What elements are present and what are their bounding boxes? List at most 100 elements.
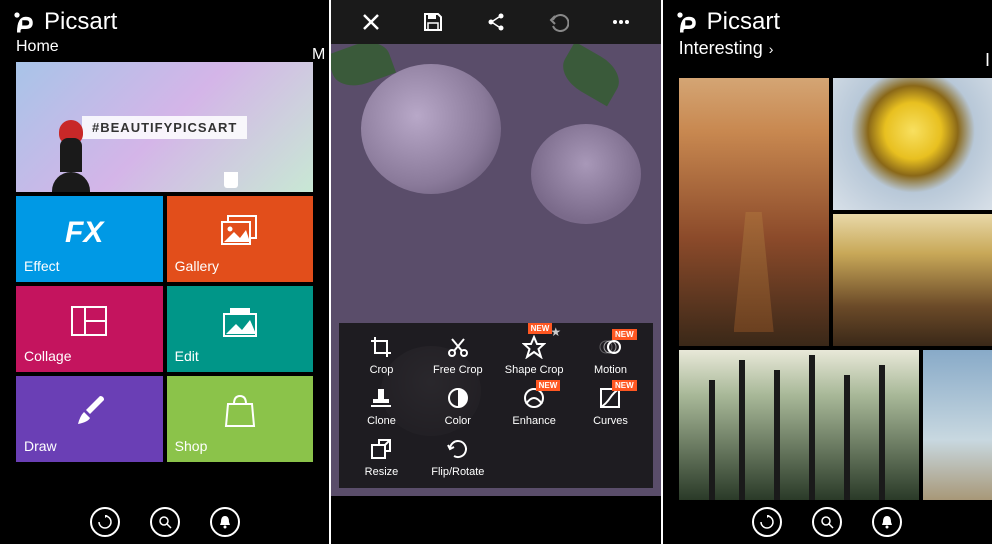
tool-enhance[interactable]: NEW Enhance — [498, 384, 570, 427]
search-button[interactable] — [812, 507, 842, 537]
tile-draw[interactable]: Draw — [16, 376, 163, 462]
home-screen: Picsart Home M #BEAUTIFYPICSART FX Effec… — [0, 0, 329, 544]
page-title[interactable]: Home — [0, 38, 329, 62]
fx-icon: FX — [65, 214, 113, 248]
refresh-icon — [760, 515, 774, 529]
gallery-icon — [220, 214, 260, 248]
tile-edit[interactable]: Edit — [167, 286, 314, 372]
contrast-icon — [446, 386, 470, 410]
gallery-image[interactable] — [679, 78, 829, 346]
tool-label: Motion — [594, 364, 627, 376]
refresh-button[interactable] — [752, 507, 782, 537]
nav-peek[interactable]: M — [312, 46, 325, 64]
new-badge: NEW — [612, 380, 637, 391]
tool-flip-rotate[interactable]: Flip/Rotate — [422, 435, 494, 478]
undo-icon — [549, 12, 569, 32]
explore-gallery — [679, 78, 992, 496]
star-icon — [522, 335, 546, 359]
tool-label: Shape Crop — [505, 364, 564, 376]
tile-gallery[interactable]: Gallery — [167, 196, 314, 282]
crop-icon — [369, 335, 393, 359]
tile-label: Gallery — [175, 258, 306, 274]
scissors-icon — [446, 335, 470, 359]
save-button[interactable] — [417, 6, 449, 38]
close-button[interactable] — [355, 6, 387, 38]
new-badge: NEW — [612, 329, 637, 340]
bell-icon — [218, 515, 232, 529]
app-logo: Picsart — [663, 0, 992, 38]
hero-illustration-person — [41, 112, 101, 192]
collage-icon — [71, 306, 107, 336]
app-bar — [663, 500, 992, 544]
more-icon — [611, 18, 631, 26]
tool-clone[interactable]: Clone — [345, 384, 417, 427]
picsart-logo-icon — [673, 8, 701, 36]
gallery-image[interactable] — [833, 214, 992, 346]
new-badge: NEW — [536, 380, 561, 391]
tile-effect[interactable]: FX Effect — [16, 196, 163, 282]
app-logo: Picsart — [0, 0, 329, 38]
tool-curves[interactable]: NEW Curves — [574, 384, 646, 427]
refresh-button[interactable] — [90, 507, 120, 537]
tile-label: Draw — [24, 438, 155, 454]
explore-screen: Picsart Interesting › I — [663, 0, 992, 544]
new-badge: NEW — [528, 323, 553, 334]
tile-label: Effect — [24, 258, 155, 274]
app-logo-text: Picsart — [707, 8, 780, 36]
editor-screen: Crop Free Crop NEW Shape Crop NEW Motion… — [331, 0, 660, 544]
hero-hashtag: #BEAUTIFYPICSART — [82, 116, 247, 139]
search-icon — [820, 515, 834, 529]
resize-icon — [369, 437, 393, 461]
more-button[interactable] — [605, 6, 637, 38]
nav-peek[interactable]: I — [985, 50, 990, 71]
tile-collage[interactable]: Collage — [16, 286, 163, 372]
app-bar — [0, 500, 329, 544]
edit-icon — [220, 304, 260, 338]
tool-label: Curves — [593, 415, 628, 427]
tile-label: Collage — [24, 348, 155, 364]
close-icon — [361, 12, 381, 32]
tool-resize[interactable]: Resize — [345, 435, 417, 478]
tile-label: Shop — [175, 438, 306, 454]
tool-label: Resize — [365, 466, 399, 478]
brush-icon — [70, 394, 108, 428]
tool-label: Clone — [367, 415, 396, 427]
shop-icon — [222, 394, 258, 428]
share-icon — [486, 12, 506, 32]
gallery-image[interactable] — [923, 350, 992, 500]
tool-label: Enhance — [512, 415, 555, 427]
tool-shape-crop[interactable]: NEW Shape Crop — [498, 333, 570, 376]
notifications-button[interactable] — [872, 507, 902, 537]
stamp-icon — [369, 386, 393, 410]
search-icon — [158, 515, 172, 529]
tool-label: Crop — [370, 364, 394, 376]
tool-color[interactable]: Color — [422, 384, 494, 427]
tool-label: Color — [445, 415, 471, 427]
tool-label: Free Crop — [433, 364, 483, 376]
editor-topbar — [331, 0, 660, 44]
section-title: Interesting — [679, 38, 763, 59]
section-header[interactable]: Interesting › — [663, 38, 992, 65]
tool-motion[interactable]: NEW Motion — [574, 333, 646, 376]
home-tiles-grid: FX Effect Gallery Collage Edit Draw Shop — [16, 196, 313, 462]
tool-crop[interactable]: Crop — [345, 333, 417, 376]
picsart-logo-icon — [10, 8, 38, 36]
tile-shop[interactable]: Shop — [167, 376, 314, 462]
hero-banner[interactable]: #BEAUTIFYPICSART — [16, 62, 313, 192]
notifications-button[interactable] — [210, 507, 240, 537]
tool-free-crop[interactable]: Free Crop — [422, 333, 494, 376]
search-button[interactable] — [150, 507, 180, 537]
tile-label: Edit — [175, 348, 306, 364]
rotate-icon — [446, 437, 470, 461]
undo-button[interactable] — [543, 6, 575, 38]
svg-text:FX: FX — [65, 216, 105, 248]
gallery-image[interactable] — [833, 78, 992, 210]
share-button[interactable] — [480, 6, 512, 38]
save-icon — [423, 12, 443, 32]
tool-panel: Crop Free Crop NEW Shape Crop NEW Motion… — [339, 323, 652, 488]
tool-label: Flip/Rotate — [431, 466, 484, 478]
app-logo-text: Picsart — [44, 8, 117, 36]
hero-illustration-bucket — [224, 172, 238, 188]
bell-icon — [880, 515, 894, 529]
gallery-image[interactable] — [679, 350, 919, 500]
